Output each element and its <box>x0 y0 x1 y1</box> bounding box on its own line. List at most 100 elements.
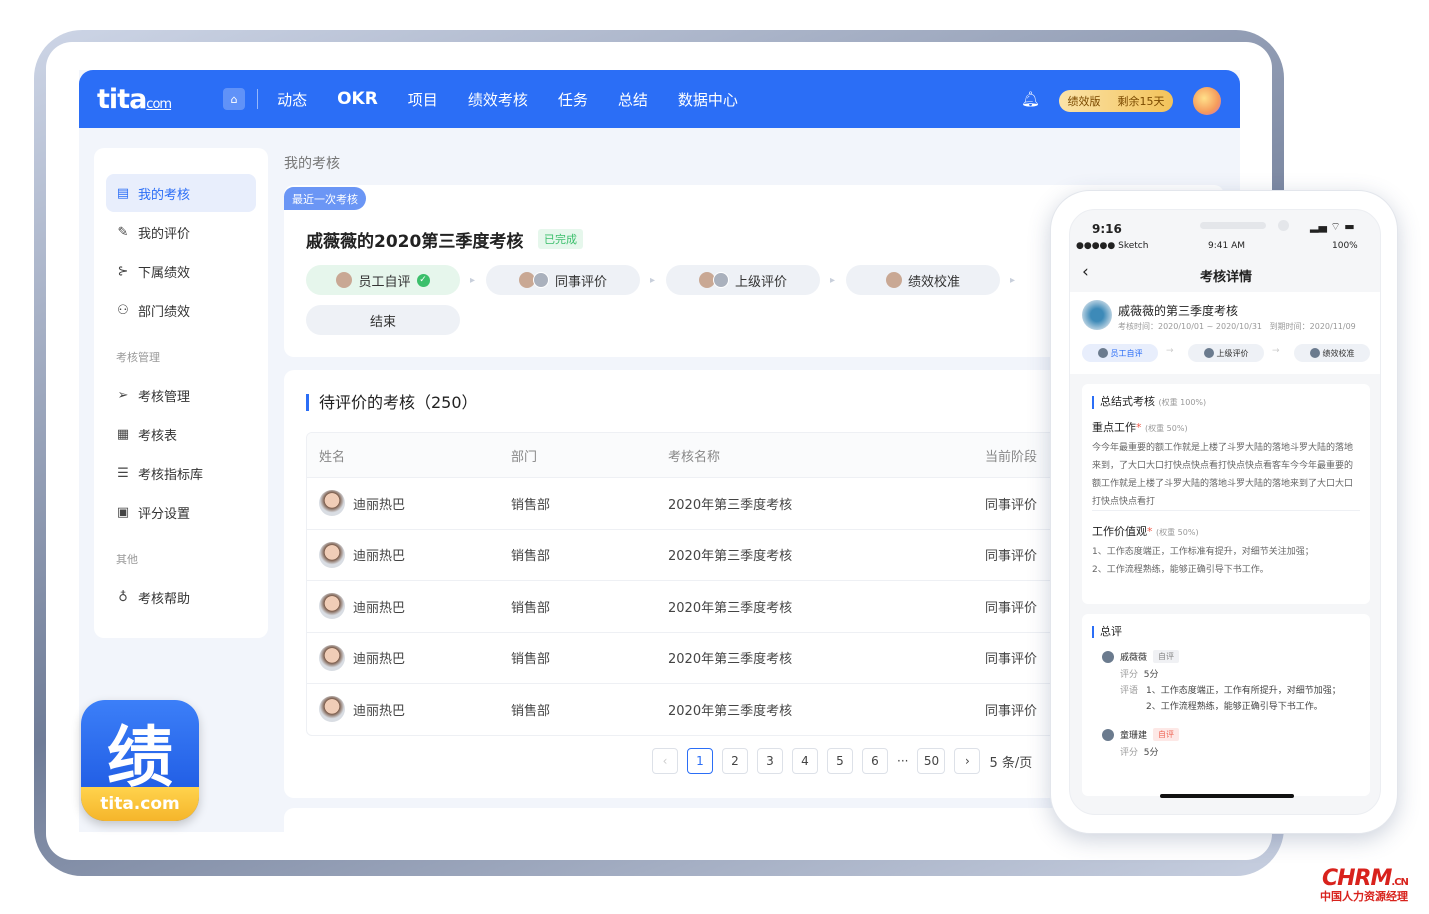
section-title: 待评价的考核（250） <box>306 394 478 411</box>
step-end[interactable]: 结束 <box>306 305 460 335</box>
sidebar-item-my-review[interactable]: ▤ 我的考核 <box>106 174 256 212</box>
item-line: 2、工作流程熟练，能够正确引导下书工作。 <box>1092 565 1269 575</box>
home-icon[interactable]: ⌂ <box>223 88 246 110</box>
cell-stage: 同事评价 <box>985 703 1038 719</box>
nav-item-feed[interactable]: 动态 <box>262 89 322 110</box>
sidebar: ▤ 我的考核 ✎ 我的评价 ⊱ 下属绩效 ⚇ 部门绩效 考核管理 ➢ 考核管理 ▦ 考核表 … <box>94 148 268 638</box>
phone-review-header: 戚薇薇的第三季度考核 考核时间：2020/10/01 ~ 2020/10/31 … <box>1070 292 1380 374</box>
sidebar-item-score-settings[interactable]: ▣ 评分设置 <box>106 493 256 531</box>
cell-dept: 销售部 <box>511 652 551 668</box>
avatar <box>319 490 345 517</box>
step-peer-review[interactable]: 同事评价 <box>486 265 640 295</box>
tita-logo[interactable]: titacom <box>97 84 172 115</box>
nav-item-data-center[interactable]: 数据中心 <box>663 89 753 110</box>
database-icon: ☰ <box>117 465 129 481</box>
col-name: 姓名 <box>319 449 346 465</box>
page-button[interactable]: 5 <box>827 748 853 774</box>
pager-ellipsis[interactable]: ··· <box>897 754 908 768</box>
step-self-review[interactable]: 员工自评 ✓ <box>306 265 460 295</box>
cell-name: 迪丽热巴 <box>353 703 406 719</box>
step-manager-review[interactable]: 上级评价 <box>666 265 820 295</box>
app-icon: 绩 tita.com <box>81 700 199 821</box>
more-avatars-icon <box>712 272 729 288</box>
avatar <box>885 272 902 288</box>
sidebar-item-label: 考核表 <box>138 428 178 444</box>
bell-icon[interactable]: 🔔︎ <box>1021 90 1040 108</box>
cell-name: 迪丽热巴 <box>353 549 406 565</box>
nav-item-projects[interactable]: 项目 <box>393 89 453 110</box>
pagination: ‹ 1 2 3 4 5 6 ··· 50 › 5 条/页 <box>652 748 1032 774</box>
prev-page-icon[interactable]: ‹ <box>652 748 678 774</box>
nav-item-okr[interactable]: OKR <box>322 89 393 110</box>
sidebar-item-label: 我的考核 <box>138 187 191 203</box>
sidebar-item-metric-library[interactable]: ☰ 考核指标库 <box>106 454 256 492</box>
nav-item-performance[interactable]: 绩效考核 <box>453 89 543 110</box>
phone-overall-card: 总评 戚薇薇 自评 评分 5分 评语 1、工作态度端正，工作有所提升，对细节加强；… <box>1082 614 1370 796</box>
page-size-select[interactable]: 5 条/页 <box>989 752 1032 771</box>
section-title: 总评 <box>1092 626 1360 638</box>
comment-row: 评语 1、工作态度端正，工作有所提升，对细节加强； 2、工作流程熟练，能够正确引导下… <box>1120 686 1341 712</box>
cell-dept: 销售部 <box>511 549 551 565</box>
cell-stage: 同事评价 <box>985 497 1038 513</box>
plan-badge[interactable]: 绩效版 剩余15天 <box>1059 90 1173 112</box>
page-button[interactable]: 6 <box>862 748 888 774</box>
plan-name: 绩效版 <box>1067 95 1101 108</box>
step-label: 绩效校准 <box>907 274 960 290</box>
sidebar-item-help[interactable]: ♁ 考核帮助 <box>106 578 256 616</box>
self-tag: 自评 <box>1153 650 1180 663</box>
page-button[interactable]: 1 <box>687 748 713 774</box>
col-review-name: 考核名称 <box>668 449 721 465</box>
clipboard-icon: ▤ <box>116 185 130 201</box>
cell-stage: 同事评价 <box>985 652 1038 668</box>
bulb-icon: ♁ <box>118 589 128 605</box>
cell-review: 2020年第三季度考核 <box>668 652 793 668</box>
send-icon: ➢ <box>117 387 129 403</box>
status-icons: ▂▄ ⌔ ▬ <box>1310 220 1355 233</box>
sidebar-item-label: 我的评价 <box>138 226 191 242</box>
next-page-icon[interactable]: › <box>954 748 981 774</box>
step-label: 员工自评 <box>358 274 411 290</box>
sidebar-item-department[interactable]: ⚇ 部门绩效 <box>106 291 256 329</box>
avatar <box>319 593 345 620</box>
chrm-watermark-sub: 中国人力资源经理 <box>1320 890 1408 903</box>
status-time: 9:16 <box>1092 222 1122 236</box>
more-avatars-icon <box>532 272 549 288</box>
reviewer-row: 戚薇薇 自评 <box>1092 650 1360 663</box>
item-title: 工作价值观* (权重 50%) <box>1092 525 1199 538</box>
nav-item-summary[interactable]: 总结 <box>603 89 663 110</box>
step-calibration[interactable]: 绩效校准 <box>846 265 1000 295</box>
avatar <box>1097 348 1108 358</box>
home-indicator <box>1160 794 1294 798</box>
item-text: 今今年最重要的额工作就是上楼了斗罗大陆的落地斗罗大陆的落地来到，了大口大口打快点… <box>1092 439 1360 511</box>
sidebar-item-label: 部门绩效 <box>138 304 191 320</box>
user-avatar[interactable] <box>1193 87 1221 115</box>
avatar <box>1309 348 1320 358</box>
page-button[interactable]: 50 <box>917 748 946 774</box>
page-button[interactable]: 4 <box>792 748 818 774</box>
phone-screen: 9:16 ▂▄ ⌔ ▬ ●●●●● Sketch 9:41 AM 100% ‹ … <box>1069 209 1381 815</box>
phone-step-calibration[interactable]: 绩效校准 <box>1294 344 1370 362</box>
phone-step-self[interactable]: 员工自评 <box>1082 344 1158 362</box>
cell-review: 2020年第三季度考核 <box>668 600 793 616</box>
page-button[interactable]: 3 <box>757 748 783 774</box>
cell-dept: 销售部 <box>511 703 551 719</box>
cell-stage: 同事评价 <box>985 600 1038 616</box>
cell-stage: 同事评价 <box>985 549 1038 565</box>
sidebar-item-subordinate[interactable]: ⊱ 下属绩效 <box>106 252 256 290</box>
page-button[interactable]: 2 <box>722 748 748 774</box>
sidebar-item-review-form[interactable]: ▦ 考核表 <box>106 415 256 453</box>
nav-item-tasks[interactable]: 任务 <box>543 89 603 110</box>
phone-step-manager[interactable]: 上级评价 <box>1188 344 1264 362</box>
pen-icon: ✎ <box>117 224 129 240</box>
score-row: 评分 5分 <box>1120 670 1159 680</box>
avatar <box>1102 650 1114 663</box>
arrow-icon: ▸ <box>470 275 476 286</box>
recent-review-title[interactable]: 戚薇薇的2020第三季度考核 <box>306 227 523 252</box>
section-title: 总结式考核 (权重 100%) <box>1092 396 1360 409</box>
sidebar-item-review-manage[interactable]: ➢ 考核管理 <box>106 376 256 414</box>
sidebar-item-my-evaluation[interactable]: ✎ 我的评价 <box>106 213 256 251</box>
arrow-icon: ▸ <box>830 275 836 286</box>
reviewer-name: 戚薇薇 <box>1120 653 1148 663</box>
step-label: 同事评价 <box>554 274 607 290</box>
grid-icon: ▦ <box>116 426 130 442</box>
